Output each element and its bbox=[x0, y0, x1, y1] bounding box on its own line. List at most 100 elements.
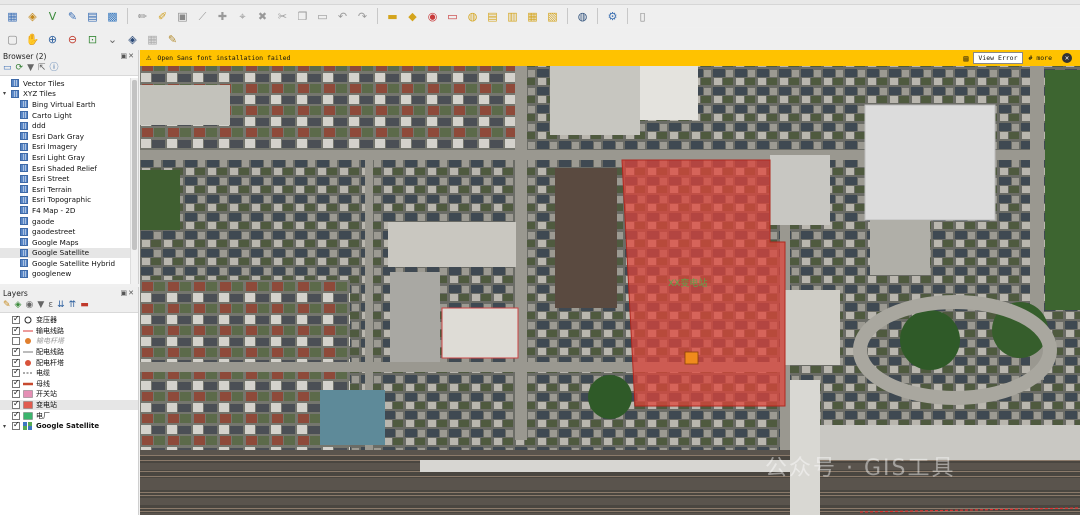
identify-icon[interactable]: ◈ bbox=[124, 31, 141, 48]
browser-item[interactable]: Esri Imagery bbox=[0, 142, 130, 153]
layer-visibility-checkbox[interactable] bbox=[12, 367, 20, 378]
browser-item[interactable]: gaode bbox=[0, 216, 130, 227]
layer-item[interactable]: 变电站 bbox=[0, 399, 138, 411]
browser-item[interactable]: Google Maps bbox=[0, 237, 130, 248]
label-show-icon[interactable]: ▤ bbox=[484, 8, 501, 25]
browser-item[interactable]: Bing Virtual Earth bbox=[0, 99, 130, 110]
collapse-icon[interactable]: ⇱ bbox=[38, 64, 46, 73]
browser-item[interactable]: googlenew bbox=[0, 269, 130, 280]
data-source-manager-icon[interactable]: ▦ bbox=[4, 8, 21, 25]
layer-item[interactable]: 变压器 bbox=[0, 314, 138, 326]
layer-item[interactable]: 电缆 bbox=[0, 367, 138, 379]
layer-item[interactable]: 电厂 bbox=[0, 410, 138, 421]
label-rotate-icon[interactable]: ◉ bbox=[424, 8, 441, 25]
delete-selected-icon[interactable]: ✖ bbox=[254, 8, 271, 25]
manage-themes-icon[interactable]: ◉ bbox=[25, 301, 33, 310]
add-raster-icon[interactable]: ▩ bbox=[104, 8, 121, 25]
cut-icon[interactable]: ✂ bbox=[274, 8, 291, 25]
layer-visibility-checkbox[interactable] bbox=[12, 314, 20, 325]
zoom-in-icon[interactable]: ⊕ bbox=[44, 31, 61, 48]
browser-item[interactable]: ddd bbox=[0, 120, 130, 131]
expand-arrow-icon[interactable]: ▾ bbox=[3, 423, 6, 430]
layer-item[interactable]: 母线 bbox=[0, 378, 138, 390]
view-error-button[interactable]: View Error bbox=[973, 52, 1023, 64]
panel-controls-icon[interactable]: ▣✕ bbox=[121, 52, 135, 60]
more-messages-link[interactable]: # more bbox=[1029, 54, 1052, 62]
close-icon[interactable]: ✕ bbox=[1062, 53, 1072, 63]
label-tool-icon[interactable]: ▬ bbox=[384, 8, 401, 25]
new-map-view-icon[interactable]: ▢ bbox=[4, 31, 21, 48]
open-styling-icon[interactable]: ✎ bbox=[3, 301, 11, 310]
add-delimited-text-icon[interactable]: ✎ bbox=[64, 8, 81, 25]
python-icon[interactable]: ⚙ bbox=[604, 8, 621, 25]
layer-visibility-checkbox[interactable] bbox=[12, 399, 20, 410]
layer-visibility-checkbox[interactable] bbox=[12, 388, 20, 399]
add-feature-icon[interactable]: ✚ bbox=[214, 8, 231, 25]
transformer-marker[interactable] bbox=[684, 351, 699, 365]
copy-icon[interactable]: ❐ bbox=[294, 8, 311, 25]
vertex-tool-icon[interactable]: ⌖ bbox=[234, 8, 251, 25]
layer-item[interactable]: 开关站 bbox=[0, 388, 138, 400]
layer-item[interactable]: 配电杆塔 bbox=[0, 357, 138, 368]
layer-visibility-checkbox[interactable] bbox=[12, 420, 20, 431]
label-pin-icon[interactable]: ◆ bbox=[404, 8, 421, 25]
label-props-icon[interactable]: ▦ bbox=[524, 8, 541, 25]
label-highlight-icon[interactable]: ▭ bbox=[444, 8, 461, 25]
layer-visibility-checkbox[interactable] bbox=[12, 410, 20, 420]
undo-icon[interactable]: ↶ bbox=[334, 8, 351, 25]
collapse-all-icon[interactable]: ⇈ bbox=[69, 301, 77, 310]
layer-visibility-checkbox[interactable] bbox=[12, 378, 20, 388]
browser-item[interactable]: Esri Dark Gray bbox=[0, 131, 130, 142]
add-selected-icon[interactable]: ▭ bbox=[3, 64, 12, 73]
save-edits-icon[interactable]: ▣ bbox=[174, 8, 191, 25]
redo-icon[interactable]: ↷ bbox=[354, 8, 371, 25]
map-canvas[interactable] bbox=[140, 50, 1080, 515]
new-geopackage-icon[interactable]: ◈ bbox=[24, 8, 41, 25]
label-move-icon[interactable]: ◍ bbox=[464, 8, 481, 25]
add-group-icon[interactable]: ◈ bbox=[15, 301, 22, 310]
zoom-layer-icon[interactable]: ⌄ bbox=[104, 31, 121, 48]
browser-item[interactable]: Google Satellite bbox=[0, 247, 130, 259]
browser-scrollbar[interactable] bbox=[130, 78, 138, 284]
expand-all-icon[interactable]: ⇊ bbox=[57, 301, 65, 310]
browser-item[interactable]: Esri Street bbox=[0, 173, 130, 184]
layer-visibility-checkbox[interactable] bbox=[12, 346, 20, 357]
browser-item[interactable]: Esri Light Gray bbox=[0, 152, 130, 163]
browser-item[interactable]: Carto Light bbox=[0, 110, 130, 121]
layer-visibility-checkbox[interactable] bbox=[12, 357, 20, 367]
browser-item[interactable]: F4 Map - 2D bbox=[0, 205, 130, 216]
digitize-icon[interactable]: ⟋ bbox=[194, 8, 211, 25]
toggle-editing-icon[interactable]: ✏ bbox=[134, 8, 151, 25]
browser-item[interactable]: Esri Topographic bbox=[0, 195, 130, 206]
browser-scroll-thumb[interactable] bbox=[132, 80, 137, 250]
browser-item[interactable]: Esri Shaded Relief bbox=[0, 163, 130, 174]
layer-visibility-checkbox[interactable] bbox=[12, 325, 20, 335]
refresh-icon[interactable]: ⟳ bbox=[16, 64, 24, 73]
filter-legend-icon[interactable]: ▼ bbox=[37, 301, 44, 310]
ruler-icon[interactable]: ✎ bbox=[164, 31, 181, 48]
browser-item[interactable]: ▾ XYZ Tiles bbox=[0, 89, 130, 100]
zoom-out-icon[interactable]: ⊖ bbox=[64, 31, 81, 48]
browser-item[interactable]: Google Satellite Hybrid bbox=[0, 258, 130, 269]
add-vector-icon[interactable]: V bbox=[44, 8, 61, 25]
browser-item[interactable]: Esri Terrain bbox=[0, 184, 130, 195]
browser-item[interactable]: gaodestreet bbox=[0, 226, 130, 237]
message-menu-icon[interactable]: ▤ bbox=[964, 54, 969, 63]
layer-item[interactable]: 输电杆塔 bbox=[0, 336, 138, 347]
filter-icon[interactable]: ▼ bbox=[27, 64, 34, 73]
filter-expression-icon[interactable]: ε bbox=[48, 301, 53, 310]
panel-toggle-icon[interactable]: ▯ bbox=[634, 8, 651, 25]
panel-controls-icon[interactable]: ▣✕ bbox=[121, 289, 135, 297]
expanded-arrow-icon[interactable]: ▾ bbox=[3, 90, 6, 97]
zoom-full-icon[interactable]: ⊡ bbox=[84, 31, 101, 48]
pan-map-icon[interactable]: ✋ bbox=[24, 31, 41, 48]
label-misc-icon[interactable]: ▧ bbox=[544, 8, 561, 25]
globe-icon[interactable]: ◍ bbox=[574, 8, 591, 25]
layer-item[interactable]: ▾ Google Satellite bbox=[0, 420, 138, 432]
add-wms-icon[interactable]: ▤ bbox=[84, 8, 101, 25]
info-icon[interactable]: ⓘ bbox=[50, 64, 59, 73]
layer-visibility-checkbox[interactable] bbox=[12, 337, 20, 346]
pencil-icon[interactable]: ✐ bbox=[154, 8, 171, 25]
remove-layer-icon[interactable]: ▬ bbox=[80, 301, 89, 310]
layer-item[interactable]: 输电线路 bbox=[0, 325, 138, 337]
